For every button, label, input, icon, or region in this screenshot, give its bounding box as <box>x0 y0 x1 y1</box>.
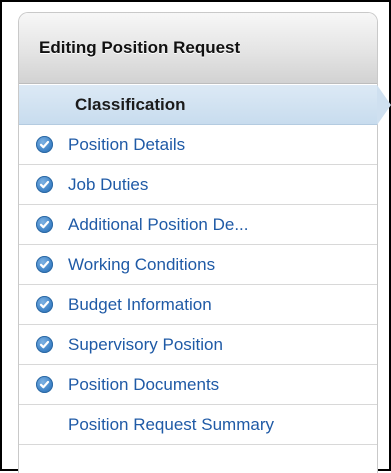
sidebar-item-working-conditions[interactable]: Working Conditions <box>19 245 377 285</box>
sidebar-title: Editing Position Request <box>39 38 241 57</box>
checkmark-icon <box>36 256 53 273</box>
sidebar-item-label: Position Details <box>68 134 186 154</box>
sidebar-item-label: Job Duties <box>68 174 149 194</box>
sidebar-item-label: Budget Information <box>68 294 212 314</box>
sidebar-item-label: Working Conditions <box>68 254 216 274</box>
sidebar-item-additional-position-details[interactable]: Additional Position De... <box>19 205 377 245</box>
checkmark-icon <box>36 176 53 193</box>
checkmark-icon <box>36 336 53 353</box>
sidebar-nav: Classification Position Details Job Duti… <box>19 85 391 445</box>
screenshot-frame: Editing Position Request Classification … <box>0 0 391 473</box>
sidebar-item-label: Position Request Summary <box>68 414 274 434</box>
checkmark-icon <box>36 216 53 233</box>
sidebar-item-label: Supervisory Position <box>68 334 223 354</box>
sidebar-item-supervisory-position[interactable]: Supervisory Position <box>19 325 377 365</box>
sidebar-item-position-details[interactable]: Position Details <box>19 125 377 165</box>
sidebar-panel: Editing Position Request Classification … <box>18 12 391 473</box>
checkmark-icon <box>36 376 53 393</box>
checkmark-icon <box>36 136 53 153</box>
sidebar-item-job-duties[interactable]: Job Duties <box>19 165 377 205</box>
checkmark-icon <box>36 296 53 313</box>
sidebar-item-budget-information[interactable]: Budget Information <box>19 285 377 325</box>
sidebar-item-label: Additional Position De... <box>68 214 249 234</box>
sidebar-header: Editing Position Request <box>19 13 377 84</box>
sidebar-item-position-documents[interactable]: Position Documents <box>19 365 377 405</box>
sidebar-item-label: Classification <box>75 94 186 114</box>
sidebar-item-position-request-summary[interactable]: Position Request Summary <box>19 405 377 445</box>
sidebar-item-classification[interactable]: Classification <box>19 85 391 125</box>
sidebar-item-label: Position Documents <box>68 374 220 394</box>
